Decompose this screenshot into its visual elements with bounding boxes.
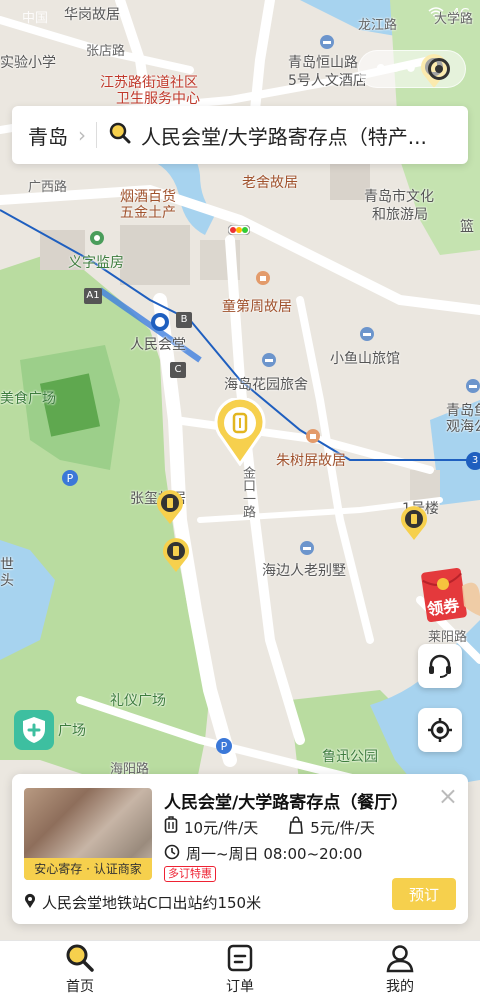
search-icon: [66, 944, 94, 972]
map-label: 张店路: [86, 44, 126, 59]
price-row: 10元/件/天 5元/件/天: [164, 816, 375, 838]
traffic-light-icon: [227, 220, 251, 239]
promo-badge: 多订特惠: [164, 866, 216, 882]
tab-orders[interactable]: 订单: [160, 941, 320, 999]
tab-label: 订单: [226, 979, 254, 995]
address-text: 人民会堂地铁站C口出站约150米: [42, 894, 262, 912]
map-label: 5号人文酒店: [288, 73, 367, 89]
map-label: 礼仪广场: [110, 693, 166, 709]
crosshair-icon: [428, 718, 452, 742]
route-number-badge: 3: [466, 452, 480, 470]
parking-icon: P: [216, 738, 232, 758]
chevron-right-icon: ›: [78, 123, 86, 147]
price-large-luggage: 10元/件/天: [184, 818, 259, 837]
tab-label: 首页: [66, 979, 94, 995]
search-icon: [109, 122, 131, 148]
map-label: 篮: [460, 219, 474, 235]
station-exit-b[interactable]: B: [176, 312, 192, 328]
storage-photo[interactable]: 安心寄存 · 认证商家: [24, 788, 152, 880]
tab-profile[interactable]: 我的: [320, 941, 480, 999]
map-label: 朱树屏故居: [276, 453, 346, 469]
tab-label: 我的: [386, 979, 414, 995]
map-label: 老舍故居: [242, 175, 298, 191]
headset-icon: [429, 654, 451, 678]
map-label: 卫生服务中心: [116, 91, 200, 107]
order-icon: [227, 944, 253, 972]
search-bar[interactable]: 青岛 › 人民会堂/大学路寄存点（特产...: [12, 106, 468, 164]
map-label: 金口一路: [240, 466, 255, 518]
svg-text:P: P: [221, 740, 228, 753]
map-label: 五金土产: [120, 205, 176, 221]
more-menu-button[interactable]: •••: [374, 57, 419, 82]
safety-shield-button[interactable]: [14, 710, 54, 750]
map-label: 青岛恒山路: [288, 55, 358, 71]
coupon-button[interactable]: 领券: [418, 566, 480, 624]
shield-plus-icon: [23, 717, 45, 743]
map-label: 美食广场: [0, 391, 56, 407]
map-label: 龙江路: [358, 18, 398, 33]
storage-title: 人民会堂/大学路寄存点（餐厅）: [164, 793, 409, 813]
map-label: 广场: [58, 723, 86, 739]
miniapp-capsule: •••: [358, 50, 466, 88]
hotel-icon: [320, 34, 334, 53]
storage-pin[interactable]: [156, 490, 184, 530]
svg-text:P: P: [67, 472, 74, 485]
map-label: 海岛花园旅舍: [224, 377, 308, 393]
close-miniapp-button[interactable]: [428, 58, 451, 80]
map-label: 广西路: [28, 180, 68, 195]
map-label: 头: [0, 573, 14, 589]
landmark-icon: [306, 428, 320, 447]
search-query-text[interactable]: 人民会堂/大学路寄存点（特产...: [141, 121, 431, 150]
storage-pin[interactable]: [400, 506, 428, 546]
map-label: 和旅游局: [372, 207, 428, 223]
customer-service-button[interactable]: [418, 644, 462, 688]
map-label: 海边人老别墅: [262, 563, 346, 579]
address-row: 人民会堂地铁站C口出站约150米: [24, 892, 261, 913]
close-card-button[interactable]: ×: [438, 784, 458, 808]
price-small-luggage: 5元/件/天: [310, 818, 375, 837]
city-selector[interactable]: 青岛: [28, 121, 68, 150]
map-label: 大学路: [434, 12, 474, 27]
storage-pin[interactable]: [162, 538, 190, 578]
map-label: 观海公: [446, 419, 480, 435]
certified-tag: 安心寄存 · 认证商家: [24, 858, 152, 880]
carrier-text: 中国: [22, 11, 49, 26]
hotel-icon: [262, 352, 276, 371]
bottom-tab-bar: 首页 订单 我的: [0, 940, 480, 999]
station-exit-c[interactable]: C: [170, 362, 186, 378]
hotel-icon: [300, 540, 314, 559]
map-label: 莱阳路: [428, 630, 468, 645]
divider: [96, 122, 97, 148]
parking-icon: P: [62, 470, 78, 490]
person-icon: [386, 945, 414, 973]
camera-icon: [90, 230, 104, 249]
landmark-icon: [256, 270, 270, 289]
hotel-icon: [466, 378, 480, 397]
hotel-icon: [360, 326, 374, 345]
coupon-label: 领券: [426, 595, 461, 620]
station-exit-a1[interactable]: A1: [84, 288, 102, 304]
map-label: 青岛市文化: [364, 189, 434, 205]
storage-info-card[interactable]: 安心寄存 · 认证商家 人民会堂/大学路寄存点（餐厅） × 10元/件/天 5元…: [12, 774, 468, 924]
suitcase-icon: [164, 816, 178, 838]
selected-storage-pin[interactable]: [214, 396, 266, 470]
map-label: 人民会堂: [130, 337, 186, 353]
bag-icon: [288, 816, 304, 838]
map-label: 小鱼山旅馆: [330, 351, 400, 367]
map-label: 实验小学: [0, 55, 56, 71]
clock-icon: [164, 844, 180, 864]
tab-home[interactable]: 首页: [0, 941, 160, 999]
map-label: 义字监房: [68, 255, 124, 271]
book-button[interactable]: 预订: [392, 878, 456, 910]
locate-me-button[interactable]: [418, 708, 462, 752]
map-label: 鲁迅公园: [322, 749, 378, 765]
location-pin-icon: [24, 893, 36, 913]
map-label: 华岗故居: [64, 7, 120, 23]
opening-hours: 周一~周日 08:00~20:00: [186, 845, 363, 863]
hours-row: 周一~周日 08:00~20:00: [164, 843, 362, 864]
map-label: 童第周故居: [222, 299, 292, 315]
